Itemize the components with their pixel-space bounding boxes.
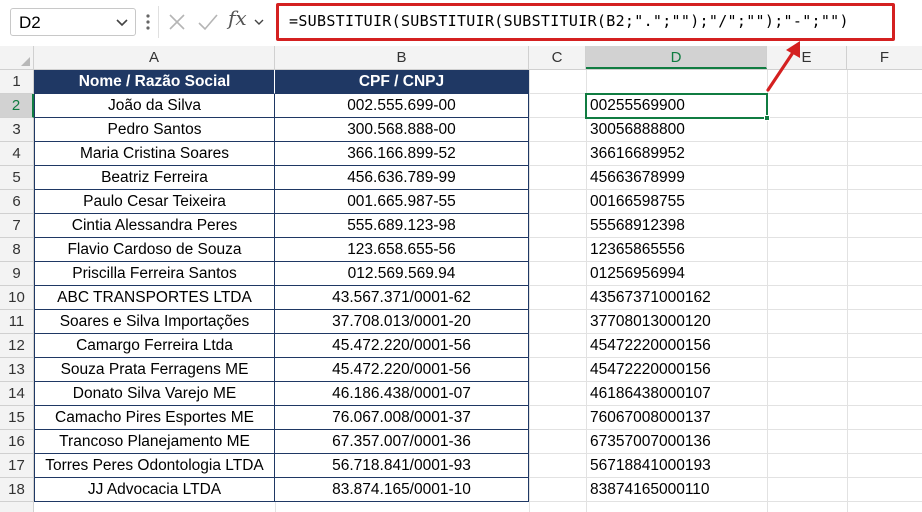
table-cell-name[interactable]: JJ Advocacia LTDA <box>34 478 275 502</box>
table-cell-name[interactable]: Trancoso Planejamento ME <box>34 430 275 454</box>
row-header[interactable]: 16 <box>0 430 34 454</box>
table-cell-document[interactable]: 012.569.569.94 <box>275 262 529 286</box>
column-header-b[interactable]: B <box>275 46 529 69</box>
table-cell-name[interactable]: Flavio Cardoso de Souza <box>34 238 275 262</box>
table-cell-name[interactable]: Soares e Silva Importações <box>34 310 275 334</box>
cell-d-result[interactable]: 56718841000193 <box>586 454 767 478</box>
table-cell-name[interactable]: Cintia Alessandra Peres <box>34 214 275 238</box>
row-header[interactable]: 11 <box>0 310 34 334</box>
enter-check-icon[interactable] <box>196 10 220 34</box>
annotation-arrow-icon <box>766 41 800 92</box>
table-cell-name[interactable]: Camargo Ferreira Ltda <box>34 334 275 358</box>
row-header[interactable]: 18 <box>0 478 34 502</box>
table-cell-name[interactable]: Donato Silva Varejo ME <box>34 382 275 406</box>
insert-function-icon[interactable]: fx <box>228 6 247 30</box>
row-header[interactable]: 9 <box>0 262 34 286</box>
row-header[interactable]: 8 <box>0 238 34 262</box>
cell-d-result[interactable]: 67357007000136 <box>586 430 767 454</box>
table-cell-document[interactable]: 300.568.888-00 <box>275 118 529 142</box>
cell-d-result[interactable]: 46186438000107 <box>586 382 767 406</box>
row-header[interactable]: 1 <box>0 70 34 94</box>
column-header-a[interactable]: A <box>34 46 275 69</box>
table-cell-name[interactable]: João da Silva <box>34 94 275 118</box>
table-cell-document[interactable]: 001.665.987-55 <box>275 190 529 214</box>
cell-d-result[interactable]: 12365865556 <box>586 238 767 262</box>
row-header[interactable] <box>0 502 34 512</box>
table-cell-name[interactable]: ABC TRANSPORTES LTDA <box>34 286 275 310</box>
table-cell-name[interactable]: Camacho Pires Esportes ME <box>34 406 275 430</box>
cell-d-result[interactable]: 01256956994 <box>586 262 767 286</box>
table-cell-document[interactable]: 456.636.789-99 <box>275 166 529 190</box>
table-cell-document[interactable]: 76.067.008/0001-37 <box>275 406 529 430</box>
table-header-cpf-cnpj[interactable]: CPF / CNPJ <box>275 70 529 94</box>
table-header-name[interactable]: Nome / Razão Social <box>34 70 275 94</box>
column-header-d[interactable]: D <box>586 46 767 69</box>
chevron-down-icon[interactable] <box>113 11 131 33</box>
table-cell-document[interactable]: 46.186.438/0001-07 <box>275 382 529 406</box>
table-cell-name[interactable]: Pedro Santos <box>34 118 275 142</box>
row-header[interactable]: 14 <box>0 382 34 406</box>
cell-d-result[interactable]: 76067008000137 <box>586 406 767 430</box>
table-cell-name[interactable]: Paulo Cesar Teixeira <box>34 190 275 214</box>
row-header[interactable]: 17 <box>0 454 34 478</box>
select-all-button[interactable] <box>0 46 34 69</box>
cell-d-result[interactable]: 43567371000162 <box>586 286 767 310</box>
table-cell-document[interactable]: 002.555.699-00 <box>275 94 529 118</box>
active-cell-d2[interactable] <box>585 93 770 121</box>
table-cell-document[interactable]: 123.658.655-56 <box>275 238 529 262</box>
cell-d-result[interactable]: 37708013000120 <box>586 310 767 334</box>
table-cell-name[interactable]: Beatriz Ferreira <box>34 166 275 190</box>
table-cell-document[interactable]: 45.472.220/0001-56 <box>275 334 529 358</box>
column-header-c[interactable]: C <box>529 46 586 69</box>
name-box[interactable]: D2 <box>10 8 136 36</box>
row-header[interactable]: 3 <box>0 118 34 142</box>
table-cell-document[interactable]: 67.357.007/0001-36 <box>275 430 529 454</box>
fill-handle[interactable] <box>764 115 770 121</box>
select-all-icon <box>21 57 30 66</box>
table-cell-name[interactable]: Torres Peres Odontologia LTDA <box>34 454 275 478</box>
cell-d-result[interactable]: 55568912398 <box>586 214 767 238</box>
cell-d-result[interactable]: 45663678999 <box>586 166 767 190</box>
column-header-f[interactable]: F <box>847 46 922 69</box>
table-cell-name[interactable]: Priscilla Ferreira Santos <box>34 262 275 286</box>
table-cell-name[interactable]: Maria Cristina Soares <box>34 142 275 166</box>
cell-d-result[interactable]: 45472220000156 <box>586 358 767 382</box>
cell-d-result[interactable]: 30056888800 <box>586 118 767 142</box>
gridline <box>847 70 848 512</box>
gridline <box>529 70 530 512</box>
table-cell-name[interactable]: Souza Prata Ferragens ME <box>34 358 275 382</box>
row-header[interactable]: 4 <box>0 142 34 166</box>
table-cell-document[interactable]: 43.567.371/0001-62 <box>275 286 529 310</box>
row-header[interactable]: 6 <box>0 190 34 214</box>
table-cell-document[interactable]: 37.708.013/0001-20 <box>275 310 529 334</box>
table-cell-document[interactable]: 555.689.123-98 <box>275 214 529 238</box>
cell-d-result[interactable]: 36616689952 <box>586 142 767 166</box>
cell-d-result[interactable]: 83874165000110 <box>586 478 767 502</box>
table-cell-document[interactable]: 45.472.220/0001-56 <box>275 358 529 382</box>
row-header[interactable]: 5 <box>0 166 34 190</box>
table-cell-document[interactable]: 83.874.165/0001-10 <box>275 478 529 502</box>
table-cell-document[interactable]: 56.718.841/0001-93 <box>275 454 529 478</box>
cancel-icon[interactable] <box>166 10 188 34</box>
row-header[interactable]: 10 <box>0 286 34 310</box>
cell-d-result[interactable]: 45472220000156 <box>586 334 767 358</box>
row-header[interactable]: 7 <box>0 214 34 238</box>
worksheet-grid[interactable]: Nome / Razão Social CPF / CNPJ João da S… <box>34 70 922 512</box>
row-header[interactable]: 15 <box>0 406 34 430</box>
divider <box>158 6 159 38</box>
row-header[interactable]: 13 <box>0 358 34 382</box>
row-header[interactable]: 12 <box>0 334 34 358</box>
more-options-icon[interactable] <box>143 11 153 33</box>
name-box-value: D2 <box>19 13 41 32</box>
formula-text: =SUBSTITUIR(SUBSTITUIR(SUBSTITUIR(B2;"."… <box>289 12 849 30</box>
gridline <box>767 70 768 512</box>
formula-bar-expand-icon[interactable] <box>252 10 266 34</box>
table-cell-document[interactable]: 366.166.899-52 <box>275 142 529 166</box>
row-header[interactable]: 2 <box>0 94 34 118</box>
cell-d-result[interactable]: 00166598755 <box>586 190 767 214</box>
